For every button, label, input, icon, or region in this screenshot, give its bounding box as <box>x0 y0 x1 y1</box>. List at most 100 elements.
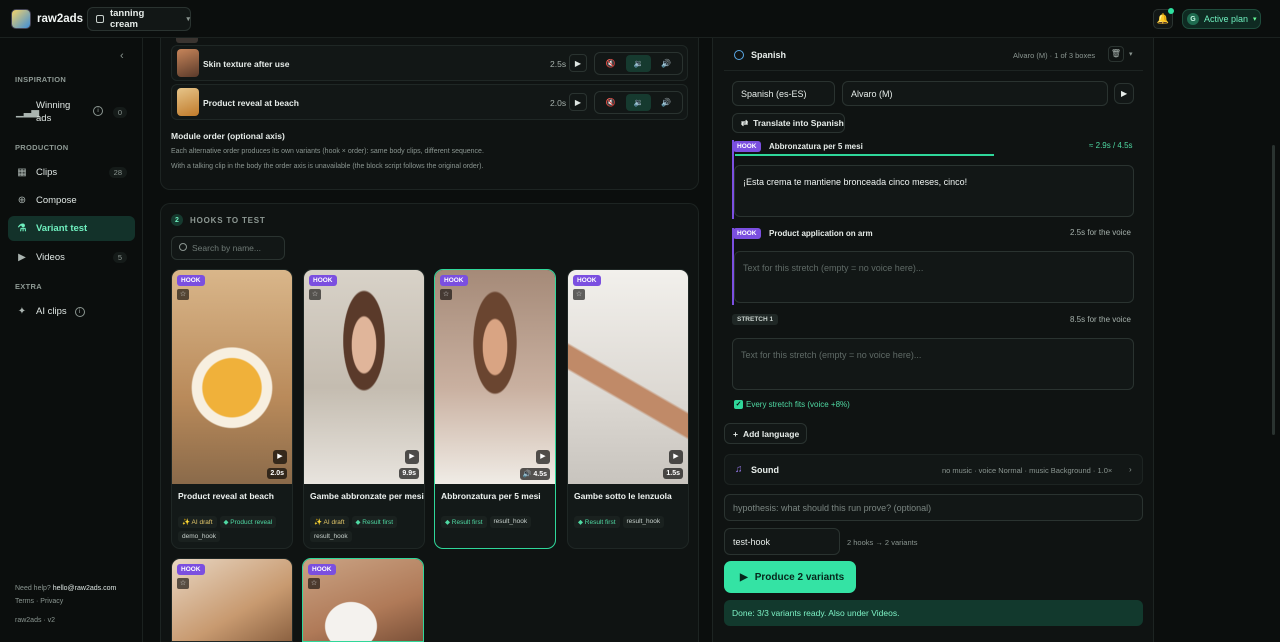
play-icon[interactable]: ▶ <box>536 450 550 464</box>
sidebar-item-ai-clips[interactable]: ✦ AI clips i <box>8 299 135 324</box>
run-name-input[interactable]: test-hook <box>724 528 840 555</box>
hook-tag: HOOK <box>309 275 337 286</box>
module-order-help: With a talking clip in the body the orde… <box>171 163 484 170</box>
star-icon[interactable]: ☆ <box>177 289 189 300</box>
hook-duration: 2.0s <box>267 468 287 479</box>
hook-chips: ◆ Result first result_hook <box>441 516 555 528</box>
hook-chips: ◆ Result first result_hook <box>574 516 688 528</box>
hook-duration: 9.9s <box>399 468 419 479</box>
star-icon[interactable]: ☆ <box>309 289 321 300</box>
star-icon[interactable]: ☆ <box>308 578 320 589</box>
play-icon[interactable]: ▶ <box>273 450 287 464</box>
sidebar-item-winning-ads[interactable]: ▁▃▅ Winning ads i 0 <box>8 98 135 126</box>
step-number: 2 <box>171 214 183 226</box>
section-inspiration: INSPIRATION <box>15 75 67 84</box>
star-icon[interactable]: ☆ <box>440 289 452 300</box>
count-badge: 5 <box>112 252 127 263</box>
section-extra: EXTRA <box>15 282 42 291</box>
fit-status: Every stretch fits (voice +8%) <box>746 400 850 409</box>
stretch-text-input[interactable]: Text for this stretch (empty = no voice … <box>732 338 1134 390</box>
bell-icon: 🔔 <box>1156 13 1170 25</box>
swap-icon: ⇄ <box>741 117 749 128</box>
info-icon[interactable]: i <box>93 106 103 116</box>
app-logo[interactable] <box>11 9 31 29</box>
clip-thumbnail <box>177 49 199 77</box>
hook-card[interactable]: HOOK ☆ <box>171 558 293 642</box>
hook-chips: ✨ AI draft ◆ Result first result_hook <box>310 516 424 542</box>
volume-high-icon[interactable]: 🔊 <box>653 94 679 111</box>
clip-thumbnail <box>176 38 198 43</box>
bar-chart-icon: ▁▃▅ <box>16 106 40 118</box>
audio-mode-toggle[interactable]: 🔇 🔉 🔊 <box>594 91 683 114</box>
help-email-link[interactable]: hello@raw2ads.com <box>53 585 117 592</box>
module-duration: 2.0s <box>550 98 567 108</box>
volume-high-icon[interactable]: 🔊 <box>653 55 679 72</box>
plus-icon: + <box>733 428 738 439</box>
play-icon[interactable]: ▶ <box>669 450 683 464</box>
mute-icon[interactable]: 🔇 <box>598 94 624 111</box>
sound-settings[interactable]: ♫ Sound no music · voice Normal · music … <box>724 454 1143 485</box>
search-input[interactable]: Search by name... <box>171 236 285 260</box>
hook-card[interactable]: HOOK ☆ ▶ 1.5s Gambe sotto le lenzuola ◆ … <box>567 269 689 549</box>
trash-icon[interactable]: 🗑 <box>1108 46 1124 62</box>
translate-button[interactable]: ⇄ Translate into Spanish <box>732 113 845 133</box>
hypothesis-input[interactable]: hypothesis: what should this run prove? … <box>724 494 1143 521</box>
module-label: Product reveal at beach <box>203 98 299 108</box>
hook-card[interactable]: HOOK ☆ ▶ 9.9s Gambe abbronzate per mesi … <box>303 269 425 549</box>
done-banner: Done: 3/3 variants ready. Also under Vid… <box>724 600 1143 626</box>
language-name: Spanish <box>751 50 787 60</box>
chip: result_hook <box>310 531 352 542</box>
scrollbar[interactable] <box>1272 145 1275 435</box>
sidebar-item-videos[interactable]: ▶ Videos 5 <box>8 245 135 270</box>
project-icon <box>96 15 104 23</box>
hook-card-selected[interactable]: HOOK ☆ ▶ 🔊 4.5s Abbronzatura per 5 mesi … <box>434 269 556 549</box>
hook-name: Abbronzatura per 5 mesi <box>769 142 863 151</box>
stretch-tag: STRETCH 1 <box>732 314 779 325</box>
chip: ◆ Result first <box>441 516 487 528</box>
hook-voice-text[interactable]: ¡Esta crema te mantiene bronceada cinco … <box>734 165 1134 217</box>
audio-mode-toggle[interactable]: 🔇 🔉 🔊 <box>594 52 683 75</box>
hook-title: Product reveal at beach <box>178 491 274 501</box>
notifications-button[interactable]: 🔔 <box>1153 8 1174 29</box>
voice-select[interactable]: Alvaro (M) <box>842 81 1108 106</box>
play-button[interactable]: ▶ <box>569 93 587 111</box>
chip: ◆ Result first <box>351 516 398 528</box>
sidebar-item-variant-test[interactable]: ⚗ Variant test <box>8 216 135 241</box>
project-selector[interactable]: tanning cream ▾ <box>87 7 191 31</box>
star-icon[interactable]: ☆ <box>573 289 585 300</box>
hook-card[interactable]: HOOK ☆ ▶ 2.0s Product reveal at beach ✨ … <box>171 269 293 549</box>
music-note-icon: ♫ <box>735 464 743 475</box>
legal-links[interactable]: Terms · Privacy <box>15 598 63 605</box>
play-icon[interactable]: ▶ <box>405 450 419 464</box>
sidebar-item-clips[interactable]: ▦ Clips 28 <box>8 160 135 185</box>
sound-label: Sound <box>751 465 779 475</box>
star-icon[interactable]: ☆ <box>177 578 189 589</box>
sparkle-icon: ✦ <box>17 306 27 317</box>
hook-timing: 2.5s for the voice <box>1070 228 1131 237</box>
chip: ◆ Product reveal <box>219 516 277 528</box>
produce-variants-button[interactable]: ▶ Produce 2 variants <box>724 561 856 593</box>
hook-chips: ✨ AI draft ◆ Product reveal demo_hook <box>178 516 292 542</box>
search-icon <box>179 243 187 251</box>
collapse-sidebar-icon[interactable]: ‹ <box>120 50 124 62</box>
hook-tag: HOOK <box>733 141 761 152</box>
hook-title: Gambe sotto le lenzuola <box>574 491 672 501</box>
preview-voice-button[interactable]: ▶ <box>1114 83 1134 104</box>
add-language-button[interactable]: + Add language <box>724 423 807 444</box>
sidebar-item-label: Variant test <box>36 223 88 234</box>
chevron-down-icon[interactable]: ▾ <box>1129 50 1133 58</box>
mute-icon[interactable]: 🔇 <box>598 55 624 72</box>
section-production: PRODUCTION <box>15 143 69 152</box>
hook-duration: 1.5s <box>663 468 683 479</box>
sidebar-item-compose[interactable]: ⊕ Compose <box>8 188 135 213</box>
plan-menu[interactable]: G Active plan ▾ <box>1182 9 1261 29</box>
hook-card-selected[interactable]: HOOK ☆ <box>302 558 424 642</box>
stretch-text-input[interactable]: Text for this stretch (empty = no voice … <box>734 251 1134 303</box>
volume-low-icon[interactable]: 🔉 <box>625 55 652 72</box>
locale-select[interactable]: Spanish (es-ES) <box>732 81 835 106</box>
notification-dot <box>1168 8 1174 14</box>
play-button[interactable]: ▶ <box>569 54 587 72</box>
info-icon[interactable]: i <box>74 306 85 317</box>
volume-low-icon[interactable]: 🔉 <box>625 94 652 111</box>
hook-tag: HOOK <box>440 275 468 286</box>
